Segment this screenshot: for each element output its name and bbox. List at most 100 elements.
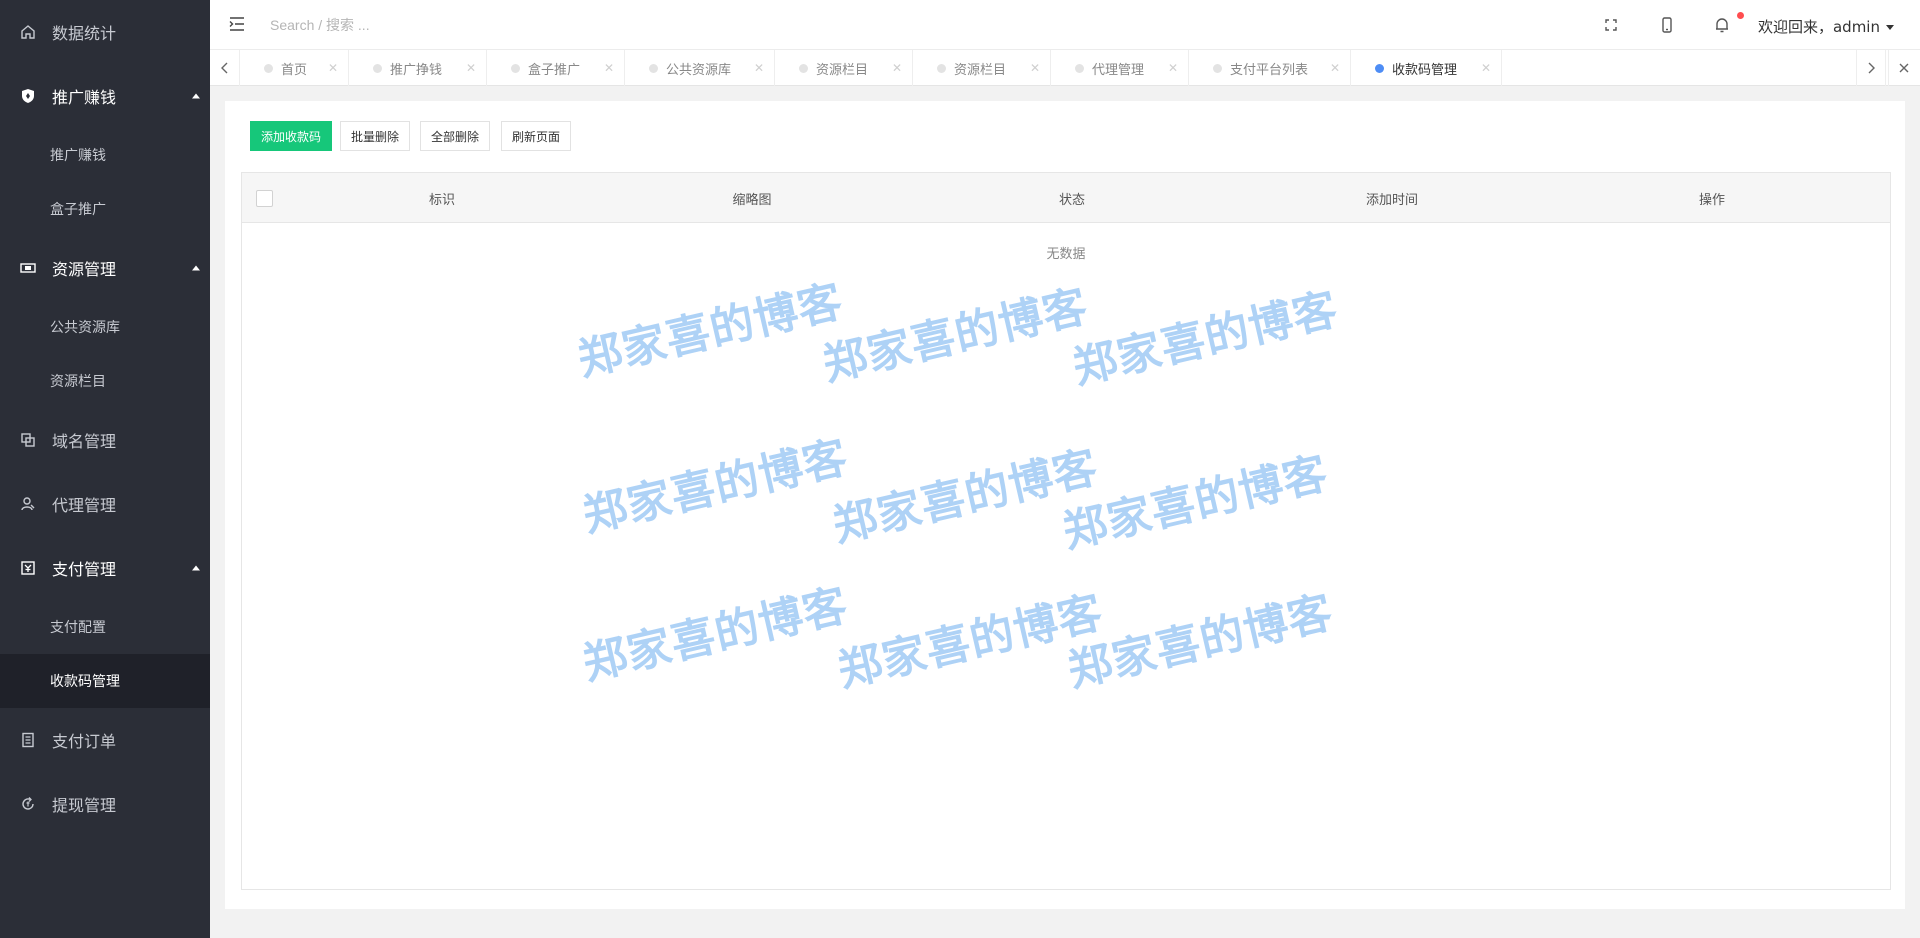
tab-label: 推广挣钱 [390, 62, 443, 78]
tab-payment-platforms[interactable]: 支付平台列表 ✕ [1189, 50, 1351, 86]
refresh-page-button[interactable]: 刷新页面 [501, 121, 572, 151]
payment-icon [20, 560, 36, 576]
close-icon[interactable]: ✕ [1030, 61, 1040, 75]
sidebar-item-label: 域名管理 [52, 432, 117, 451]
empty-state-text: 无数据 [1046, 247, 1086, 262]
delete-all-button[interactable]: 全部删除 [420, 121, 491, 151]
sidebar-subitem-label: 推广赚钱 [50, 148, 106, 164]
sidebar-item-orders[interactable]: 支付订单 [0, 708, 210, 772]
add-qrcode-button[interactable]: 添加收款码 [250, 121, 333, 151]
close-icon[interactable]: ✕ [1481, 61, 1491, 75]
column-header-thumbnail[interactable]: 缩略图 [592, 173, 912, 223]
tab-label: 首页 [281, 62, 308, 78]
tab-promotion[interactable]: 推广挣钱 ✕ [349, 50, 487, 86]
tab-dot [264, 63, 273, 73]
tab-dot [799, 63, 808, 73]
tab-label: 资源栏目 [954, 62, 1007, 78]
close-icon[interactable]: ✕ [892, 61, 902, 75]
tab-dot-active [1375, 63, 1384, 73]
withdraw-icon [20, 796, 36, 812]
caret-down-icon [1886, 25, 1894, 30]
tab-qrcode-management[interactable]: 收款码管理 ✕ [1351, 50, 1502, 86]
order-icon [20, 732, 36, 748]
sidebar-subitem-label: 收款码管理 [50, 674, 120, 690]
search-input[interactable] [270, 12, 570, 38]
sidebar-subitem-label: 资源栏目 [50, 374, 106, 390]
sidebar-item-agent[interactable]: 代理管理 [0, 472, 210, 536]
sidebar-item-payment[interactable]: 支付管理 [0, 536, 210, 600]
batch-delete-button[interactable]: 批量删除 [340, 121, 411, 151]
tab-resource-column[interactable]: 资源栏目 ✕ [775, 50, 913, 86]
close-icon[interactable]: ✕ [604, 61, 614, 75]
close-icon[interactable]: ✕ [1330, 61, 1340, 75]
column-header-added-time[interactable]: 添加时间 [1232, 173, 1552, 223]
notification-bell-icon[interactable] [1712, 15, 1732, 35]
menu-toggle-icon[interactable] [228, 15, 246, 33]
sidebar-subitem-box-promotion[interactable]: 盒子推广 [0, 182, 210, 236]
close-all-tabs-icon[interactable] [1888, 50, 1918, 86]
tab-bar: 首页 ✕ 推广挣钱 ✕ 盒子推广 ✕ 公共资源库 ✕ 资源栏目 ✕ 资源栏目 ✕ 代理管理 ✕… [210, 50, 1920, 86]
resource-icon [20, 260, 36, 276]
close-icon[interactable]: ✕ [754, 61, 764, 75]
tab-dot [1075, 63, 1084, 73]
sidebar-subitem-resource-column[interactable]: 资源栏目 [0, 354, 210, 408]
tab-dot [511, 63, 520, 73]
sidebar-subitem-public-library[interactable]: 公共资源库 [0, 300, 210, 354]
sidebar-item-promotion[interactable]: 推广赚钱 [0, 64, 210, 128]
caret-up-icon [192, 265, 200, 271]
sidebar-subitem-promotion[interactable]: 推广赚钱 [0, 128, 210, 182]
sidebar-item-stats[interactable]: 数据统计 [0, 0, 210, 64]
tab-public-library[interactable]: 公共资源库 ✕ [625, 50, 775, 86]
user-menu[interactable]: 欢迎回来，admin [1758, 16, 1894, 37]
sidebar-item-domain[interactable]: 域名管理 [0, 408, 210, 472]
sidebar-item-resources[interactable]: 资源管理 [0, 236, 210, 300]
home-icon [20, 24, 36, 40]
caret-up-icon [192, 93, 200, 99]
sidebar-item-label: 支付订单 [52, 732, 117, 751]
select-all-checkbox[interactable] [256, 190, 273, 207]
fullscreen-icon[interactable] [1601, 15, 1621, 35]
sidebar: 数据统计 推广赚钱 推广赚钱 盒子推广 资源管理 公共资源库 资源栏目 域名管理… [0, 0, 210, 938]
agent-icon [20, 496, 36, 512]
tab-resource-column-2[interactable]: 资源栏目 ✕ [913, 50, 1051, 86]
sidebar-subitem-payment-config[interactable]: 支付配置 [0, 600, 210, 654]
sidebar-item-label: 数据统计 [52, 24, 117, 43]
column-header-actions[interactable]: 操作 [1552, 173, 1872, 223]
close-icon[interactable]: ✕ [466, 61, 476, 75]
caret-up-icon [192, 565, 200, 571]
tab-label: 资源栏目 [816, 62, 869, 78]
tab-dot [373, 63, 382, 73]
sidebar-item-label: 代理管理 [52, 496, 117, 515]
sidebar-item-withdraw[interactable]: 提现管理 [0, 772, 210, 836]
tab-list: 首页 ✕ 推广挣钱 ✕ 盒子推广 ✕ 公共资源库 ✕ 资源栏目 ✕ 资源栏目 ✕ 代理管理 ✕… [240, 50, 1502, 86]
notification-dot [1737, 12, 1744, 19]
mobile-icon[interactable] [1657, 15, 1677, 35]
tab-label: 收款码管理 [1392, 62, 1458, 78]
column-header-id[interactable]: 标识 [292, 173, 592, 223]
tab-scroll-left-icon[interactable] [210, 50, 240, 86]
sidebar-item-label: 提现管理 [52, 796, 117, 815]
tab-agent[interactable]: 代理管理 ✕ [1051, 50, 1189, 86]
sidebar-item-label: 资源管理 [52, 260, 117, 279]
data-table: 标识 缩略图 状态 添加时间 操作 无数据 [241, 172, 1891, 890]
column-header-status[interactable]: 状态 [912, 173, 1232, 223]
sidebar-subitem-qrcode-management[interactable]: 收款码管理 [0, 654, 210, 708]
close-icon[interactable]: ✕ [328, 61, 338, 75]
domain-icon [20, 432, 36, 448]
tab-label: 支付平台列表 [1230, 62, 1309, 78]
tab-box-promotion[interactable]: 盒子推广 ✕ [487, 50, 625, 86]
tab-label: 盒子推广 [528, 62, 581, 78]
shield-icon [20, 88, 36, 104]
sidebar-subitem-label: 盒子推广 [50, 202, 106, 218]
welcome-text: 欢迎回来，admin [1757, 18, 1880, 36]
sidebar-subitem-label: 公共资源库 [50, 320, 120, 336]
close-icon[interactable]: ✕ [1168, 61, 1178, 75]
tab-dot [1213, 63, 1222, 73]
tab-dot [649, 63, 658, 73]
sidebar-item-label: 支付管理 [52, 560, 117, 579]
tab-dot [937, 63, 946, 73]
tab-scroll-right-icon[interactable] [1856, 50, 1886, 86]
table-header: 标识 缩略图 状态 添加时间 操作 [242, 173, 1890, 223]
tab-home[interactable]: 首页 ✕ [240, 50, 349, 86]
sidebar-item-label: 推广赚钱 [52, 88, 117, 107]
